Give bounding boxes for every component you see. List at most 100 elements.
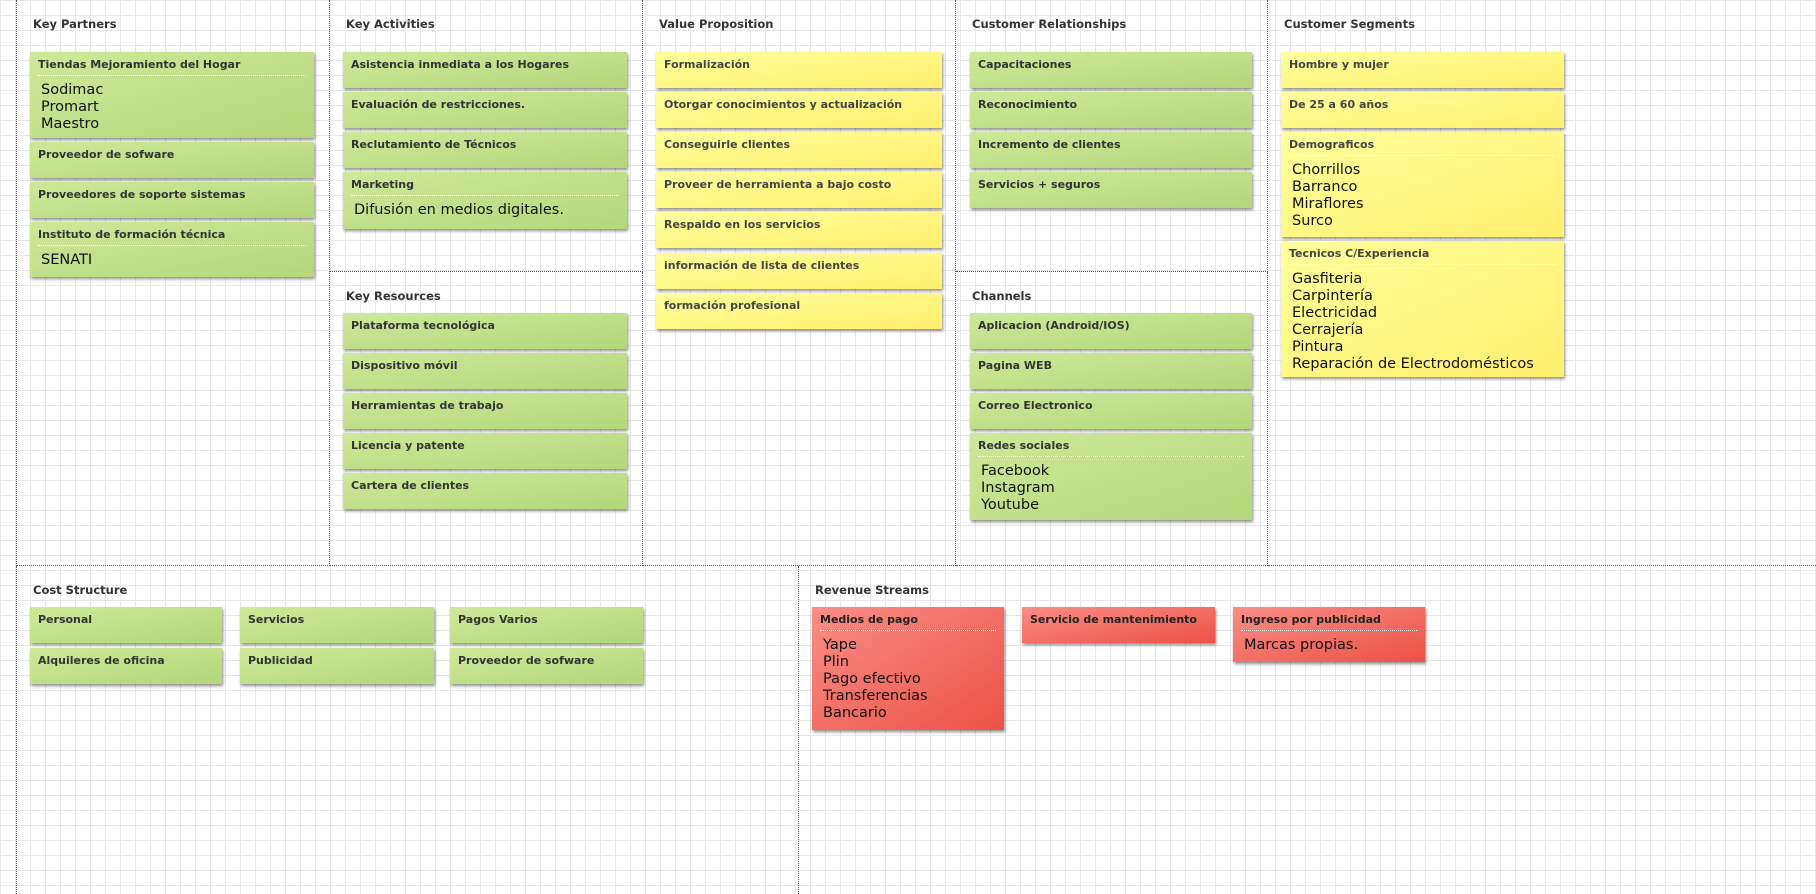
note-title: Otorgar conocimientos y actualización (664, 98, 903, 111)
note-line: Difusión en medios digitales. (354, 202, 564, 218)
note-asistencia[interactable]: Asistencia inmediata a los Hogares (343, 52, 627, 88)
note-instituto[interactable]: Instituto de formación técnica SENATI (30, 222, 314, 277)
note-plataforma[interactable]: Plataforma tecnológica (343, 313, 627, 349)
note-body: Difusión en medios digitales. (351, 196, 619, 219)
note-clientes[interactable]: Conseguirle clientes (656, 132, 942, 168)
note-title: Pagina WEB (978, 359, 1052, 372)
note-proveedor-software-costo[interactable]: Proveedor de sofware (450, 648, 643, 684)
note-title: Respaldo en los servicios (664, 218, 821, 231)
note-line: SENATI (41, 252, 93, 268)
note-aplicacion[interactable]: Aplicacion (Android/IOS) (970, 313, 1252, 349)
note-title: Instituto de formación técnica (38, 222, 306, 246)
note-pagina-web[interactable]: Pagina WEB (970, 353, 1252, 389)
note-title: Dispositivo móvil (351, 359, 458, 372)
note-line: Maestro (41, 116, 100, 132)
note-hombre-mujer[interactable]: Hombre y mujer (1281, 52, 1564, 88)
note-title: Medios de pago (820, 607, 996, 631)
note-alquileres[interactable]: Alquileres de oficina (30, 648, 222, 684)
note-incremento[interactable]: Incremento de clientes (970, 132, 1252, 168)
note-body: Facebook Instagram Youtube (978, 457, 1244, 514)
note-title: Servicios (248, 613, 305, 626)
note-servicios-seguros[interactable]: Servicios + seguros (970, 172, 1252, 208)
note-body: Marcas propias. (1241, 631, 1417, 654)
note-title: Personal (38, 613, 93, 626)
note-medios-pago[interactable]: Medios de pago Yape Plin Pago efectivo T… (812, 607, 1004, 730)
note-demograficos[interactable]: Demograficos Chorrillos Barranco Miraflo… (1281, 132, 1564, 237)
note-line: Reparación de Electrodomésticos (1292, 356, 1534, 372)
note-marketing[interactable]: Marketing Difusión en medios digitales. (343, 172, 627, 229)
note-line: Marcas propias. (1244, 637, 1359, 653)
note-line: Plin (823, 654, 849, 670)
note-formacion[interactable]: formación profesional (656, 293, 942, 329)
note-body: Yape Plin Pago efectivo Transferencias B… (820, 631, 996, 722)
note-evaluacion[interactable]: Evaluación de restricciones. (343, 92, 627, 128)
note-mantenimiento[interactable]: Servicio de mantenimiento (1022, 607, 1215, 643)
note-title: Herramientas de trabajo (351, 399, 504, 412)
note-respaldo[interactable]: Respaldo en los servicios (656, 212, 942, 248)
note-line: Miraflores (1292, 196, 1364, 212)
note-pagos-varios[interactable]: Pagos Varios (450, 607, 643, 643)
note-title: Capacitaciones (978, 58, 1072, 71)
note-title: Conseguirle clientes (664, 138, 791, 151)
note-publicidad-costo[interactable]: Publicidad (240, 648, 434, 684)
note-line: Carpintería (1292, 288, 1373, 304)
note-title: formación profesional (664, 299, 801, 312)
note-title: Marketing (351, 172, 619, 196)
note-body: Gasfiteria Carpintería Electricidad Cerr… (1289, 265, 1556, 373)
note-title: Tecnicos C/Experiencia (1289, 241, 1556, 265)
note-lista-clientes[interactable]: información de lista de clientes (656, 253, 942, 289)
key-partners-title: Key Partners (33, 17, 117, 31)
note-body: Sodimac Promart Maestro (38, 76, 306, 133)
note-reclutamiento[interactable]: Reclutamiento de Técnicos (343, 132, 627, 168)
note-tiendas[interactable]: Tiendas Mejoramiento del Hogar Sodimac P… (30, 52, 314, 138)
note-reconocimiento[interactable]: Reconocimiento (970, 92, 1252, 128)
note-line: Yape (823, 637, 857, 653)
note-line: Youtube (981, 497, 1039, 513)
note-line: Pago efectivo (823, 671, 921, 687)
note-body: Chorrillos Barranco Miraflores Surco (1289, 156, 1556, 230)
note-title: Tiendas Mejoramiento del Hogar (38, 52, 306, 76)
note-title: Proveedor de sofware (458, 654, 595, 667)
note-licencia[interactable]: Licencia y patente (343, 433, 627, 469)
note-title: Proveer de herramienta a bajo costo (664, 178, 892, 191)
note-title: Reclutamiento de Técnicos (351, 138, 517, 151)
note-servicios[interactable]: Servicios (240, 607, 434, 643)
note-title: Correo Electronico (978, 399, 1093, 412)
note-title: Demograficos (1289, 132, 1556, 156)
note-line: Sodimac (41, 82, 104, 98)
note-herramientas[interactable]: Herramientas de trabajo (343, 393, 627, 429)
note-line: Bancario (823, 705, 887, 721)
note-line: Cerrajería (1292, 322, 1364, 338)
note-cartera[interactable]: Cartera de clientes (343, 473, 627, 509)
customer-relationships-title: Customer Relationships (972, 17, 1127, 31)
revenue-streams-title: Revenue Streams (815, 583, 929, 597)
note-line: Transferencias (823, 688, 928, 704)
note-herramienta-costo[interactable]: Proveer de herramienta a bajo costo (656, 172, 942, 208)
note-proveedor-software[interactable]: Proveedor de sofware (30, 142, 314, 178)
note-correo[interactable]: Correo Electronico (970, 393, 1252, 429)
note-soporte-sistemas[interactable]: Proveedores de soporte sistemas (30, 182, 314, 218)
note-edad[interactable]: De 25 a 60 años (1281, 92, 1564, 128)
note-title: Plataforma tecnológica (351, 319, 495, 332)
note-line: Promart (41, 99, 99, 115)
note-tecnicos[interactable]: Tecnicos C/Experiencia Gasfiteria Carpin… (1281, 241, 1564, 377)
note-title: Licencia y patente (351, 439, 465, 452)
note-dispositivo[interactable]: Dispositivo móvil (343, 353, 627, 389)
key-activities-title: Key Activities (346, 17, 435, 31)
customer-segments-title: Customer Segments (1284, 17, 1415, 31)
note-line: Surco (1292, 213, 1333, 229)
note-title: Servicio de mantenimiento (1030, 613, 1197, 626)
note-title: De 25 a 60 años (1289, 98, 1389, 111)
cost-structure-title: Cost Structure (33, 583, 128, 597)
note-line: Chorrillos (1292, 162, 1361, 178)
note-title: Aplicacion (Android/IOS) (978, 319, 1130, 332)
channels-title: Channels (972, 289, 1032, 303)
note-personal[interactable]: Personal (30, 607, 222, 643)
note-redes-sociales[interactable]: Redes sociales Facebook Instagram Youtub… (970, 433, 1252, 520)
note-ingreso-publicidad[interactable]: Ingreso por publicidad Marcas propias. (1233, 607, 1425, 662)
note-title: Publicidad (248, 654, 313, 667)
note-capacitaciones[interactable]: Capacitaciones (970, 52, 1252, 88)
key-resources-title: Key Resources (346, 289, 441, 303)
note-conocimientos[interactable]: Otorgar conocimientos y actualización (656, 92, 942, 128)
note-formalizacion[interactable]: Formalización (656, 52, 942, 88)
